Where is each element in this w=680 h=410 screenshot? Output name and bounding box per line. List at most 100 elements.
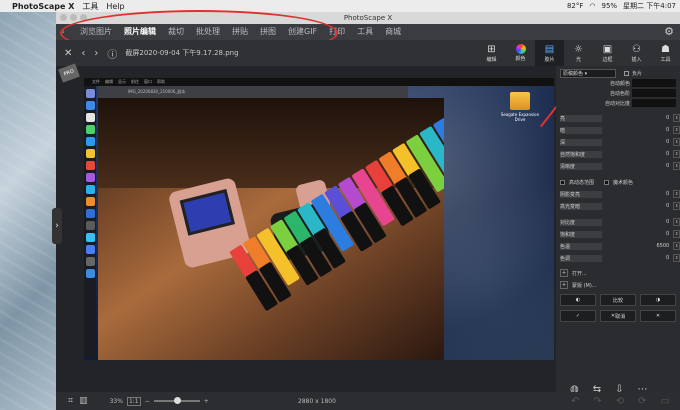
- stepper[interactable]: ⇕: [673, 242, 680, 250]
- hdr-checkbox[interactable]: [560, 179, 565, 185]
- auto-contrast-field[interactable]: [632, 99, 676, 107]
- slider-value[interactable]: 0: [656, 139, 669, 145]
- forward-icon[interactable]: ›: [94, 48, 98, 59]
- undo-all-icon[interactable]: ⟲: [616, 396, 624, 407]
- tool-film[interactable]: ▤ 胶片: [535, 40, 564, 66]
- stepper[interactable]: ⇕: [673, 138, 680, 146]
- auto-contrast-row[interactable]: 自动对比度: [556, 98, 680, 108]
- image-canvas[interactable]: PRO 文件 编辑 显示 前往 窗口 帮助 IMG_20200830_21000…: [56, 63, 583, 392]
- stepper[interactable]: ⇕: [673, 162, 680, 170]
- stepper[interactable]: ⇕: [673, 150, 680, 158]
- undo-button[interactable]: ◐: [560, 294, 596, 306]
- stepper[interactable]: ⇕: [673, 202, 680, 210]
- cancel-button-2[interactable]: ✕: [640, 310, 676, 322]
- tab-store[interactable]: 商城: [379, 24, 407, 40]
- tool-color[interactable]: 颜色: [506, 40, 535, 66]
- slider-row[interactable]: 对比度 0 ⇕: [556, 216, 680, 228]
- stepper[interactable]: ⇕: [673, 254, 680, 262]
- slider-row[interactable]: 色调 0 ⇕: [556, 252, 680, 264]
- slider-row[interactable]: 饱和度 0 ⇕: [556, 228, 680, 240]
- redo-button[interactable]: ◑: [640, 294, 676, 306]
- zoom-in-icon[interactable]: +: [204, 398, 209, 405]
- slider-row[interactable]: 阴影变亮 0 ⇕: [556, 188, 680, 200]
- zoom-out-icon[interactable]: −: [145, 398, 150, 405]
- dock-app-icon: [85, 125, 95, 134]
- fit-frame-icon[interactable]: ⌗: [68, 396, 73, 406]
- undo-icon[interactable]: ↶: [571, 396, 579, 407]
- close-icon[interactable]: ✕: [64, 48, 72, 59]
- stepper[interactable]: ⇕: [673, 190, 680, 198]
- expand-panel-handle[interactable]: ›: [52, 208, 62, 244]
- search-icon[interactable]: ⌕: [60, 27, 74, 37]
- minimize-window-button[interactable]: [70, 14, 77, 21]
- redo-icon[interactable]: ↷: [593, 396, 601, 407]
- slider-row[interactable]: 深 0 ⇕: [556, 136, 680, 148]
- tool-light[interactable]: ☼ 光: [564, 40, 593, 66]
- compare-button[interactable]: 比较: [600, 294, 636, 306]
- slider-value[interactable]: 0: [656, 203, 669, 209]
- slider-value[interactable]: 0: [656, 231, 669, 237]
- zoom-slider[interactable]: [153, 397, 200, 404]
- app-menu[interactable]: PhotoScape X: [12, 2, 74, 11]
- open-row[interactable]: + 打开...: [556, 268, 680, 278]
- slider-row[interactable]: 自然饱和度 0 ⇕: [556, 148, 680, 160]
- menu-help[interactable]: Help: [106, 2, 124, 11]
- slider-value[interactable]: 0: [656, 163, 669, 169]
- stepper[interactable]: ⇕: [673, 126, 680, 134]
- save-icon[interactable]: ▭: [661, 396, 670, 407]
- tab-tools[interactable]: 工具: [351, 24, 379, 40]
- clock-text[interactable]: 星期二 下午4:07: [623, 1, 676, 11]
- slider-row[interactable]: 暗 0 ⇕: [556, 124, 680, 136]
- magic-color-checkbox[interactable]: [604, 179, 610, 185]
- actual-size-button[interactable]: 1:1: [126, 396, 141, 406]
- mask-row[interactable]: + 蒙版 (M)...: [556, 280, 680, 290]
- tab-crop[interactable]: 裁切: [162, 24, 190, 40]
- auto-color-row[interactable]: 自动颜色: [556, 78, 680, 88]
- slider-row[interactable]: 色温 6500 ⇕: [556, 240, 680, 252]
- redo-all-icon[interactable]: ⟳: [638, 396, 646, 407]
- tab-editor[interactable]: 照片编辑: [118, 24, 162, 40]
- tool-insert[interactable]: ⚇ 插入: [622, 40, 651, 66]
- tab-gif[interactable]: 创建GIF: [282, 24, 323, 40]
- gear-icon[interactable]: ⚙: [664, 25, 674, 38]
- slider-value[interactable]: 0: [656, 115, 669, 121]
- auto-color-field[interactable]: [632, 79, 676, 87]
- negative-checkbox[interactable]: [624, 70, 629, 76]
- inner-menubar: 文件 编辑 显示 前往 窗口 帮助: [84, 78, 554, 86]
- zoom-knob[interactable]: [173, 397, 181, 404]
- zoom-level[interactable]: 33%: [110, 398, 123, 405]
- tab-viewer[interactable]: 浏览图片: [74, 24, 118, 40]
- preset-select[interactable]: 原稿颜色 ▾: [560, 68, 616, 78]
- stepper[interactable]: ⇕: [673, 114, 680, 122]
- tab-collage[interactable]: 拼贴: [226, 24, 254, 40]
- slider-value[interactable]: 0: [656, 219, 669, 225]
- slider-value[interactable]: 0: [656, 127, 669, 133]
- slider-value[interactable]: 0: [656, 151, 669, 157]
- back-icon[interactable]: ‹: [81, 48, 85, 59]
- slider-value[interactable]: 0: [656, 255, 669, 261]
- tab-batch[interactable]: 批处理: [190, 24, 226, 40]
- split-view-icon[interactable]: ▥: [79, 396, 88, 406]
- close-window-button[interactable]: [60, 14, 67, 21]
- insert-icon: ⚇: [632, 43, 641, 55]
- menu-tools[interactable]: 工具: [82, 1, 98, 12]
- slider-row[interactable]: 亮 0 ⇕: [556, 112, 680, 124]
- apply-button[interactable]: ✓: [560, 310, 596, 322]
- slider-value[interactable]: 0: [656, 191, 669, 197]
- stepper[interactable]: ⇕: [673, 218, 680, 226]
- stepper[interactable]: ⇕: [673, 230, 680, 238]
- slider-row[interactable]: 清晰度 0 ⇕: [556, 160, 680, 172]
- cancel-button[interactable]: ✕ 取消: [600, 310, 636, 322]
- tab-combine[interactable]: 拼图: [254, 24, 282, 40]
- zoom-window-button[interactable]: [80, 14, 87, 21]
- wifi-icon[interactable]: ◠: [589, 2, 595, 10]
- tab-print[interactable]: 打印: [323, 24, 351, 40]
- auto-levels-row[interactable]: 自动色阶: [556, 88, 680, 98]
- tool-frame[interactable]: ▣ 边框: [593, 40, 622, 66]
- auto-levels-field[interactable]: [632, 89, 676, 97]
- slider-row[interactable]: 高光变暗 0 ⇕: [556, 200, 680, 212]
- tool-tools[interactable]: ☗ 工具: [651, 40, 680, 66]
- info-icon[interactable]: ⓘ: [107, 46, 117, 61]
- slider-value[interactable]: 6500: [656, 243, 670, 249]
- tool-edit[interactable]: ⊞ 编辑: [477, 40, 506, 66]
